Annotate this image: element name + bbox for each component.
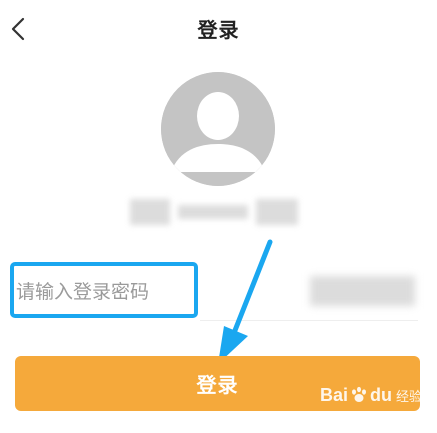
user-avatar-icon <box>161 72 275 186</box>
watermark-brand-du: du <box>370 384 393 405</box>
forgot-password-link-blurred[interactable] <box>310 276 415 306</box>
paw-icon <box>352 386 367 402</box>
arrow-annotation-icon <box>218 239 273 364</box>
username-blur-segment <box>178 205 248 219</box>
username-blur-segment <box>130 199 170 225</box>
header: 登录 <box>0 0 437 60</box>
password-input[interactable] <box>16 272 192 312</box>
watermark-text: 经验 <box>396 389 423 405</box>
baidu-jingyan-watermark: Bai du 经验 <box>320 382 422 408</box>
username-blurred <box>130 196 310 228</box>
watermark-brand-bai: Bai <box>320 384 349 405</box>
avatar <box>161 72 275 186</box>
username-blur-segment <box>256 199 298 225</box>
page-title: 登录 <box>197 18 240 42</box>
password-field-highlight <box>10 262 198 318</box>
